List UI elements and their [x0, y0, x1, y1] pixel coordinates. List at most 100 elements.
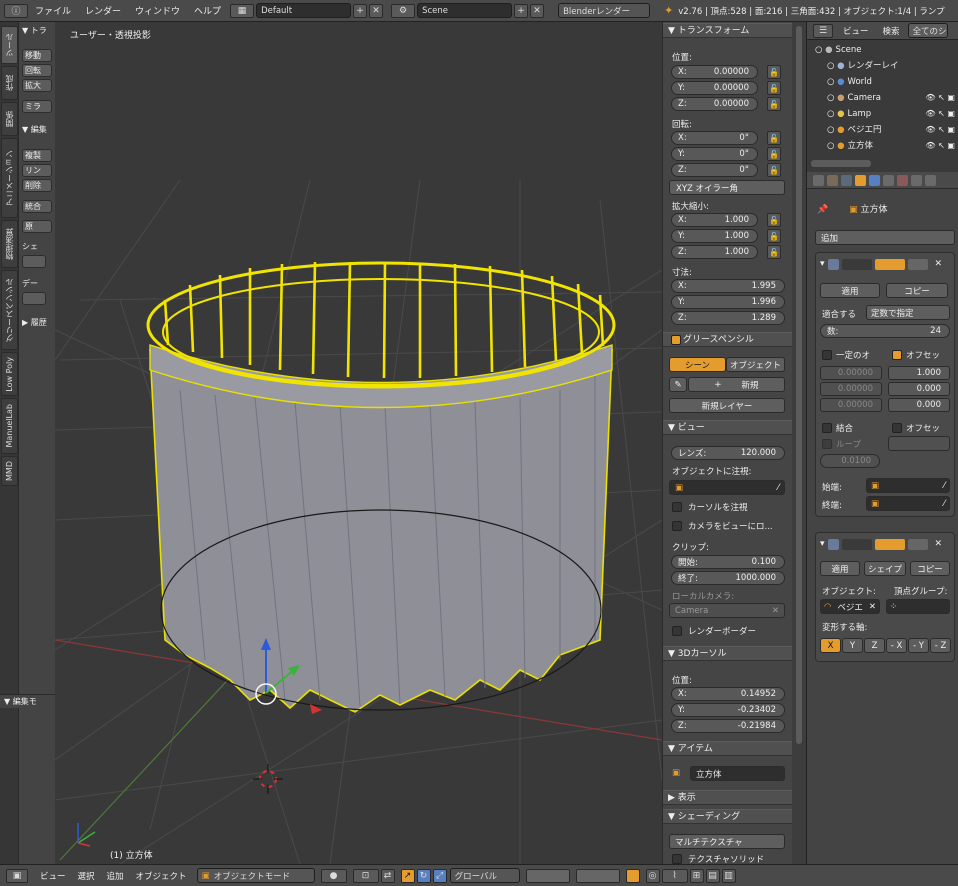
transform-orientation-select[interactable]: グローバル: [449, 868, 520, 883]
outliner-editor-icon[interactable]: ☰: [813, 23, 833, 38]
location-z-field[interactable]: Z: 0.00000: [671, 97, 758, 111]
rotation-y-field[interactable]: Y: 0°: [671, 147, 758, 161]
lock-icon[interactable]: 🔓: [767, 81, 781, 95]
scale-manipulator-icon[interactable]: ⤢: [432, 868, 447, 883]
add-scene-button[interactable]: +: [514, 3, 529, 18]
deform-axis-button[interactable]: - Y: [908, 638, 929, 653]
apply-as-shape-button[interactable]: シェイプ: [864, 561, 906, 576]
constant-z-field[interactable]: 0.00000: [820, 398, 882, 412]
lock-layer-icon[interactable]: [625, 868, 640, 883]
new-layer-button[interactable]: 新規レイヤー: [669, 398, 785, 413]
expand-icon[interactable]: ○: [815, 45, 825, 55]
modifier-visibility-toggles[interactable]: [874, 538, 905, 550]
pivot-point-icon[interactable]: ⊡: [352, 868, 379, 883]
modifier-name-field[interactable]: [841, 538, 872, 550]
rotate-manipulator-icon[interactable]: ↻: [416, 868, 431, 883]
move-up-down-icon[interactable]: [907, 258, 928, 270]
lock-icon[interactable]: 🔓: [767, 213, 781, 227]
remove-modifier-icon[interactable]: ✕: [935, 539, 943, 549]
collapse-arrow-icon[interactable]: ▾: [820, 539, 825, 549]
proportional-edit-icon[interactable]: ◎: [645, 868, 660, 883]
outliner-view-menu[interactable]: ビュー: [843, 25, 869, 37]
lens-field[interactable]: レンズ: 120.000: [671, 446, 785, 460]
tab-manuellab[interactable]: ManuelLab: [1, 398, 18, 454]
move-up-down-icon[interactable]: [907, 538, 928, 550]
tab-grease-pencil[interactable]: グリースペンシル: [1, 270, 18, 350]
item-panel-header[interactable]: ▼ アイテム: [663, 741, 792, 756]
apply-button[interactable]: 適用: [820, 561, 860, 576]
visibility-toggles[interactable]: 👁 ↖ ▣: [925, 138, 955, 154]
data-toggle[interactable]: [22, 292, 46, 305]
material-tab-icon[interactable]: [883, 174, 894, 186]
shading-panel-header[interactable]: ▼ シェーディング: [663, 809, 792, 824]
display-mode-select[interactable]: 全てのシ: [907, 23, 948, 38]
npanel-scrollbar[interactable]: [792, 22, 806, 864]
object-tab-icon[interactable]: [855, 174, 866, 186]
pencil-icon[interactable]: ✎: [669, 377, 687, 392]
relative-offset-checkbox[interactable]: [892, 350, 902, 360]
history-panel-header[interactable]: ▶ 履歴: [19, 316, 55, 329]
view-panel-header[interactable]: ▼ ビュー: [663, 420, 792, 435]
cursor-z-field[interactable]: Z: -0.21984: [671, 719, 785, 733]
scale-button[interactable]: 拡大: [22, 79, 52, 92]
grease-pencil-checkbox[interactable]: [671, 335, 681, 345]
physics-tab-icon[interactable]: [925, 174, 936, 186]
editor-type-icon[interactable]: ▣: [6, 868, 28, 883]
outliner-row[interactable]: ○ ● 立方体 👁 ↖ ▣: [807, 138, 958, 154]
render-anim-icon[interactable]: ▥: [721, 868, 736, 883]
particles-tab-icon[interactable]: [911, 174, 922, 186]
rotation-x-field[interactable]: X: 0°: [671, 131, 758, 145]
loop-checkbox[interactable]: [822, 439, 832, 449]
grease-pencil-panel-header[interactable]: グリースペンシル: [663, 332, 792, 347]
render-engine-select[interactable]: Blenderレンダー: [558, 3, 651, 18]
layers-grid-2[interactable]: [575, 868, 620, 883]
shading-toggle[interactable]: [22, 255, 46, 268]
3d-viewport[interactable]: ユーザー・透視投影 (1) 立方体: [55, 22, 662, 864]
mirror-button[interactable]: ミラ: [22, 100, 52, 113]
transform-panel-header[interactable]: ▼ トランスフォーム: [663, 23, 792, 38]
snap-target-icon[interactable]: ⊞: [689, 868, 704, 883]
deform-axis-button[interactable]: Y: [842, 638, 863, 653]
tab-animation[interactable]: アニメーション: [1, 138, 18, 218]
clear-icon[interactable]: ✕: [772, 606, 779, 616]
vertex-group-field[interactable]: ⁘: [886, 599, 950, 614]
outliner-row[interactable]: ○ ● Scene: [807, 42, 958, 58]
tab-relations[interactable]: 関係: [1, 102, 18, 136]
menu-object[interactable]: オブジェクト: [130, 870, 193, 882]
relative-z-field[interactable]: 0.000: [888, 398, 950, 412]
remove-layout-button[interactable]: ✕: [369, 3, 384, 18]
location-y-field[interactable]: Y: 0.00000: [671, 81, 758, 95]
fit-type-select[interactable]: 定数で指定: [866, 305, 950, 320]
modifier-tab-icon[interactable]: [869, 174, 880, 186]
manipulator-toggle-icon[interactable]: ⇄: [380, 868, 395, 883]
deform-axis-button[interactable]: X: [820, 638, 841, 653]
scene-field[interactable]: Scene: [417, 3, 513, 18]
lock-icon[interactable]: 🔓: [767, 97, 781, 111]
merge-distance-field[interactable]: 0.0100: [820, 454, 880, 468]
curve-object-field[interactable]: ◠ ベジエ ✕: [820, 599, 880, 614]
info-editor-icon[interactable]: ⓘ: [4, 3, 28, 18]
expand-icon[interactable]: ○: [827, 77, 837, 87]
link-button[interactable]: リン: [22, 164, 52, 177]
visibility-toggles[interactable]: 👁 ↖ ▣: [925, 122, 955, 138]
tab-mmd[interactable]: MMD: [1, 456, 18, 486]
shading-mode-select[interactable]: マルチテクスチャ: [669, 834, 785, 849]
local-camera-field[interactable]: Camera ✕: [669, 603, 785, 618]
move-button[interactable]: 移動: [22, 49, 52, 62]
tab-low-poly[interactable]: Low Poly: [1, 352, 18, 396]
scale-x-field[interactable]: X: 1.000: [671, 213, 758, 227]
display-panel-header[interactable]: ▶ 表示: [663, 790, 792, 805]
deform-axis-button[interactable]: - Z: [930, 638, 951, 653]
mode-select[interactable]: ▣ オブジェクトモード: [196, 868, 315, 883]
texture-tab-icon[interactable]: [897, 174, 908, 186]
cursor-x-field[interactable]: X: 0.14952: [671, 687, 785, 701]
constant-offset-checkbox[interactable]: [822, 350, 832, 360]
end-cap-field[interactable]: ▣ ⁄: [866, 496, 950, 511]
outliner-row[interactable]: ○ ● レンダーレイ: [807, 58, 958, 74]
lock-cursor-checkbox[interactable]: [672, 502, 682, 512]
offset-object-field[interactable]: [888, 436, 950, 451]
menu-select[interactable]: 選択: [72, 870, 101, 882]
relative-x-field[interactable]: 1.000: [888, 366, 950, 380]
scene-icon[interactable]: ⚙: [391, 3, 416, 18]
clip-end-field[interactable]: 終了: 1000.000: [671, 571, 785, 585]
